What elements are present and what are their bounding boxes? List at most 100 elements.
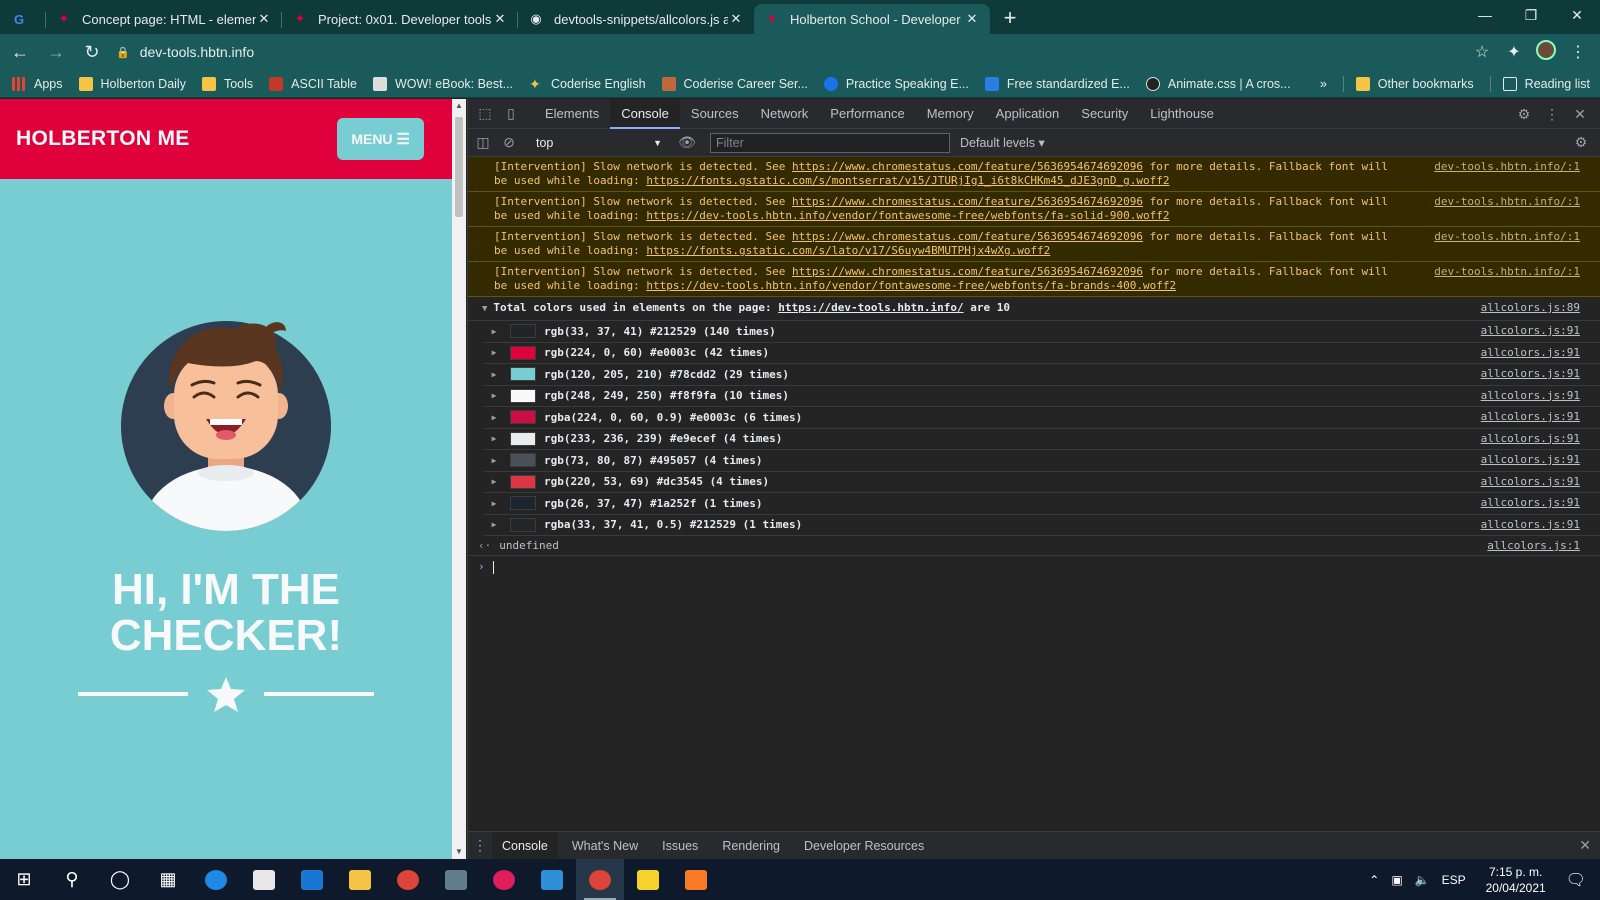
bookmark-tools[interactable]: Tools [201,76,253,91]
collapsed-triangle-icon[interactable]: ▶ [484,327,504,336]
store-icon[interactable] [240,859,288,900]
console-filter-input[interactable]: Filter [710,132,950,153]
settings-gear-icon[interactable]: ⚙ [1510,106,1538,123]
bookmark-wow-ebook[interactable]: WOW! eBook: Best... [372,76,513,91]
color-row[interactable]: ▶ rgb(233, 236, 239) #e9ecef (4 times) all… [484,429,1600,450]
menu-kebab-icon[interactable]: ⋮ [1562,42,1594,62]
color-row[interactable]: ▶ rgb(73, 80, 87) #495057 (4 times) allcol… [484,450,1600,472]
cortana-icon[interactable]: ◯ [96,859,144,900]
extensions-icon[interactable]: ✦ [1498,42,1530,62]
tab-performance[interactable]: Performance [819,99,915,129]
language-indicator[interactable]: ESP [1442,873,1466,887]
bookmarks-overflow-button[interactable]: » [1320,77,1327,91]
drawer-tab-console[interactable]: Console [492,831,558,860]
source-link[interactable]: allcolors.js:91 [1481,496,1580,509]
color-row[interactable]: ▶ rgb(33, 37, 41) #212529 (140 times) allc… [484,321,1600,343]
collapsed-triangle-icon[interactable]: ▶ [484,434,504,443]
console-group-header[interactable]: ▼ Total colors used in elements on the pa… [468,297,1600,321]
live-expression-eye-icon[interactable]: 👁 [674,134,700,151]
close-drawer-icon[interactable]: ✕ [1579,837,1591,854]
color-row[interactable]: ▶ rgb(220, 53, 69) #dc3545 (4 times) allco… [484,472,1600,493]
tab-sources[interactable]: Sources [680,99,750,129]
scroll-down-icon[interactable]: ▼ [452,845,466,859]
source-link[interactable]: allcolors.js:91 [1481,432,1580,445]
source-link[interactable]: allcolors.js:91 [1481,346,1580,359]
source-link[interactable]: dev-tools.hbtn.info/:1 [1434,195,1580,209]
close-icon[interactable]: ✕ [492,11,508,27]
reload-icon[interactable]: ↻ [76,36,108,68]
chrome-icon[interactable] [384,859,432,900]
bookmark-ascii-table[interactable]: ASCII Table [269,76,357,91]
devtools-menu-icon[interactable]: ⋮ [1538,106,1566,123]
bookmark-holberton-daily[interactable]: Holberton Daily [78,76,186,91]
bookmark-star-icon[interactable]: ☆ [1466,42,1498,62]
collapsed-triangle-icon[interactable]: ▶ [484,499,504,508]
warning-link[interactable]: https://www.chromestatus.com/feature/563… [792,195,1143,208]
xampp-icon[interactable] [672,859,720,900]
color-row[interactable]: ▶ rgba(224, 0, 60, 0.9) #e0003c (6 times)… [484,407,1600,429]
source-link[interactable]: allcolors.js:91 [1481,367,1580,380]
tab-google-translate[interactable]: G [0,4,46,34]
clock[interactable]: 7:15 p. m. 20/04/2021 [1486,864,1546,896]
scrollbar-thumb[interactable] [455,117,463,217]
tab-github[interactable]: ◉ devtools-snippets/allcolors.js at m ✕ [518,4,754,34]
drawer-tab-issues[interactable]: Issues [652,832,708,860]
bookmark-free-standardized[interactable]: Free standardized E... [984,76,1130,91]
network-icon[interactable]: ▣ [1391,873,1402,887]
bookmark-apps[interactable]: Apps [12,76,63,91]
page-scrollbar[interactable]: ▲ ▼ [452,99,466,859]
collapsed-triangle-icon[interactable]: ▶ [484,520,504,529]
tab-elements[interactable]: Elements [534,99,610,129]
close-devtools-icon[interactable]: ✕ [1566,106,1594,123]
source-link[interactable]: allcolors.js:91 [1481,475,1580,488]
log-levels-dropdown[interactable]: Default levels ▾ [960,135,1045,150]
file-explorer-icon[interactable] [336,859,384,900]
device-toolbar-icon[interactable]: ▯ [498,105,524,122]
tab-application[interactable]: Application [985,99,1071,129]
calculator-icon[interactable] [432,859,480,900]
edge-icon[interactable] [192,859,240,900]
expanded-triangle-icon[interactable]: ▼ [482,304,487,314]
profile-avatar[interactable] [1530,39,1562,65]
tray-chevron-icon[interactable]: ⌃ [1369,873,1379,887]
bookmark-coderise-career[interactable]: Coderise Career Ser... [661,76,808,91]
close-icon[interactable]: ✕ [964,11,980,27]
source-link[interactable]: allcolors.js:1 [1487,539,1580,552]
color-row[interactable]: ▶ rgb(248, 249, 250) #f8f9fa (10 times) al… [484,386,1600,407]
lock-icon[interactable]: 🔒 [116,46,130,59]
tab-project[interactable]: ✦ Project: 0x01. Developer tools | H ✕ [282,4,518,34]
tab-lighthouse[interactable]: Lighthouse [1139,99,1225,129]
source-link[interactable]: allcolors.js:91 [1481,518,1580,531]
collapsed-triangle-icon[interactable]: ▶ [484,413,504,422]
bookmark-coderise-english[interactable]: ✦ Coderise English [529,77,646,91]
console-settings-gear-icon[interactable]: ⚙ [1568,134,1594,151]
source-link[interactable]: dev-tools.hbtn.info/:1 [1434,160,1580,174]
restore-icon[interactable]: ❐ [1508,0,1554,30]
collapsed-triangle-icon[interactable]: ▶ [484,456,504,465]
clear-console-icon[interactable]: ⊘ [496,134,522,151]
collapsed-triangle-icon[interactable]: ▶ [484,477,504,486]
new-tab-button[interactable]: + [990,4,1030,34]
tab-console[interactable]: Console [610,98,680,129]
close-icon[interactable]: ✕ [728,11,744,27]
console-prompt[interactable]: › [468,556,1600,578]
color-row[interactable]: ▶ rgb(26, 37, 47) #1a252f (1 times) allcol… [484,493,1600,515]
collapsed-triangle-icon[interactable]: ▶ [484,348,504,357]
warning-link[interactable]: https://www.chromestatus.com/feature/563… [792,230,1143,243]
color-row[interactable]: ▶ rgba(33, 37, 41, 0.5) #212529 (1 times)… [484,515,1600,536]
color-row[interactable]: ▶ rgb(224, 0, 60) #e0003c (42 times) allco… [484,343,1600,364]
minimize-icon[interactable]: — [1462,0,1508,30]
inspect-element-icon[interactable]: ⬚ [472,105,498,122]
source-link[interactable]: allcolors.js:89 [1481,300,1580,316]
start-icon[interactable]: ⊞ [0,859,48,900]
font-link[interactable]: https://fonts.gstatic.com/s/lato/v17/S6u… [646,244,1050,257]
bookmark-practice-speaking[interactable]: Practice Speaking E... [823,76,969,91]
sidebar-toggle-icon[interactable]: ◫ [470,134,496,151]
color-row[interactable]: ▶ rgb(120, 205, 210) #78cdd2 (29 times) al… [484,364,1600,386]
tab-concept-page[interactable]: ✦ Concept page: HTML - elements ✕ [46,4,282,34]
font-link[interactable]: https://dev-tools.hbtn.info/vendor/fonta… [646,209,1169,222]
sticky-notes-icon[interactable] [624,859,672,900]
close-window-icon[interactable]: ✕ [1554,0,1600,30]
menu-button[interactable]: MENU ☰ [337,118,424,160]
tab-holberton-active[interactable]: ✦ Holberton School - Developer to ✕ [754,4,990,34]
